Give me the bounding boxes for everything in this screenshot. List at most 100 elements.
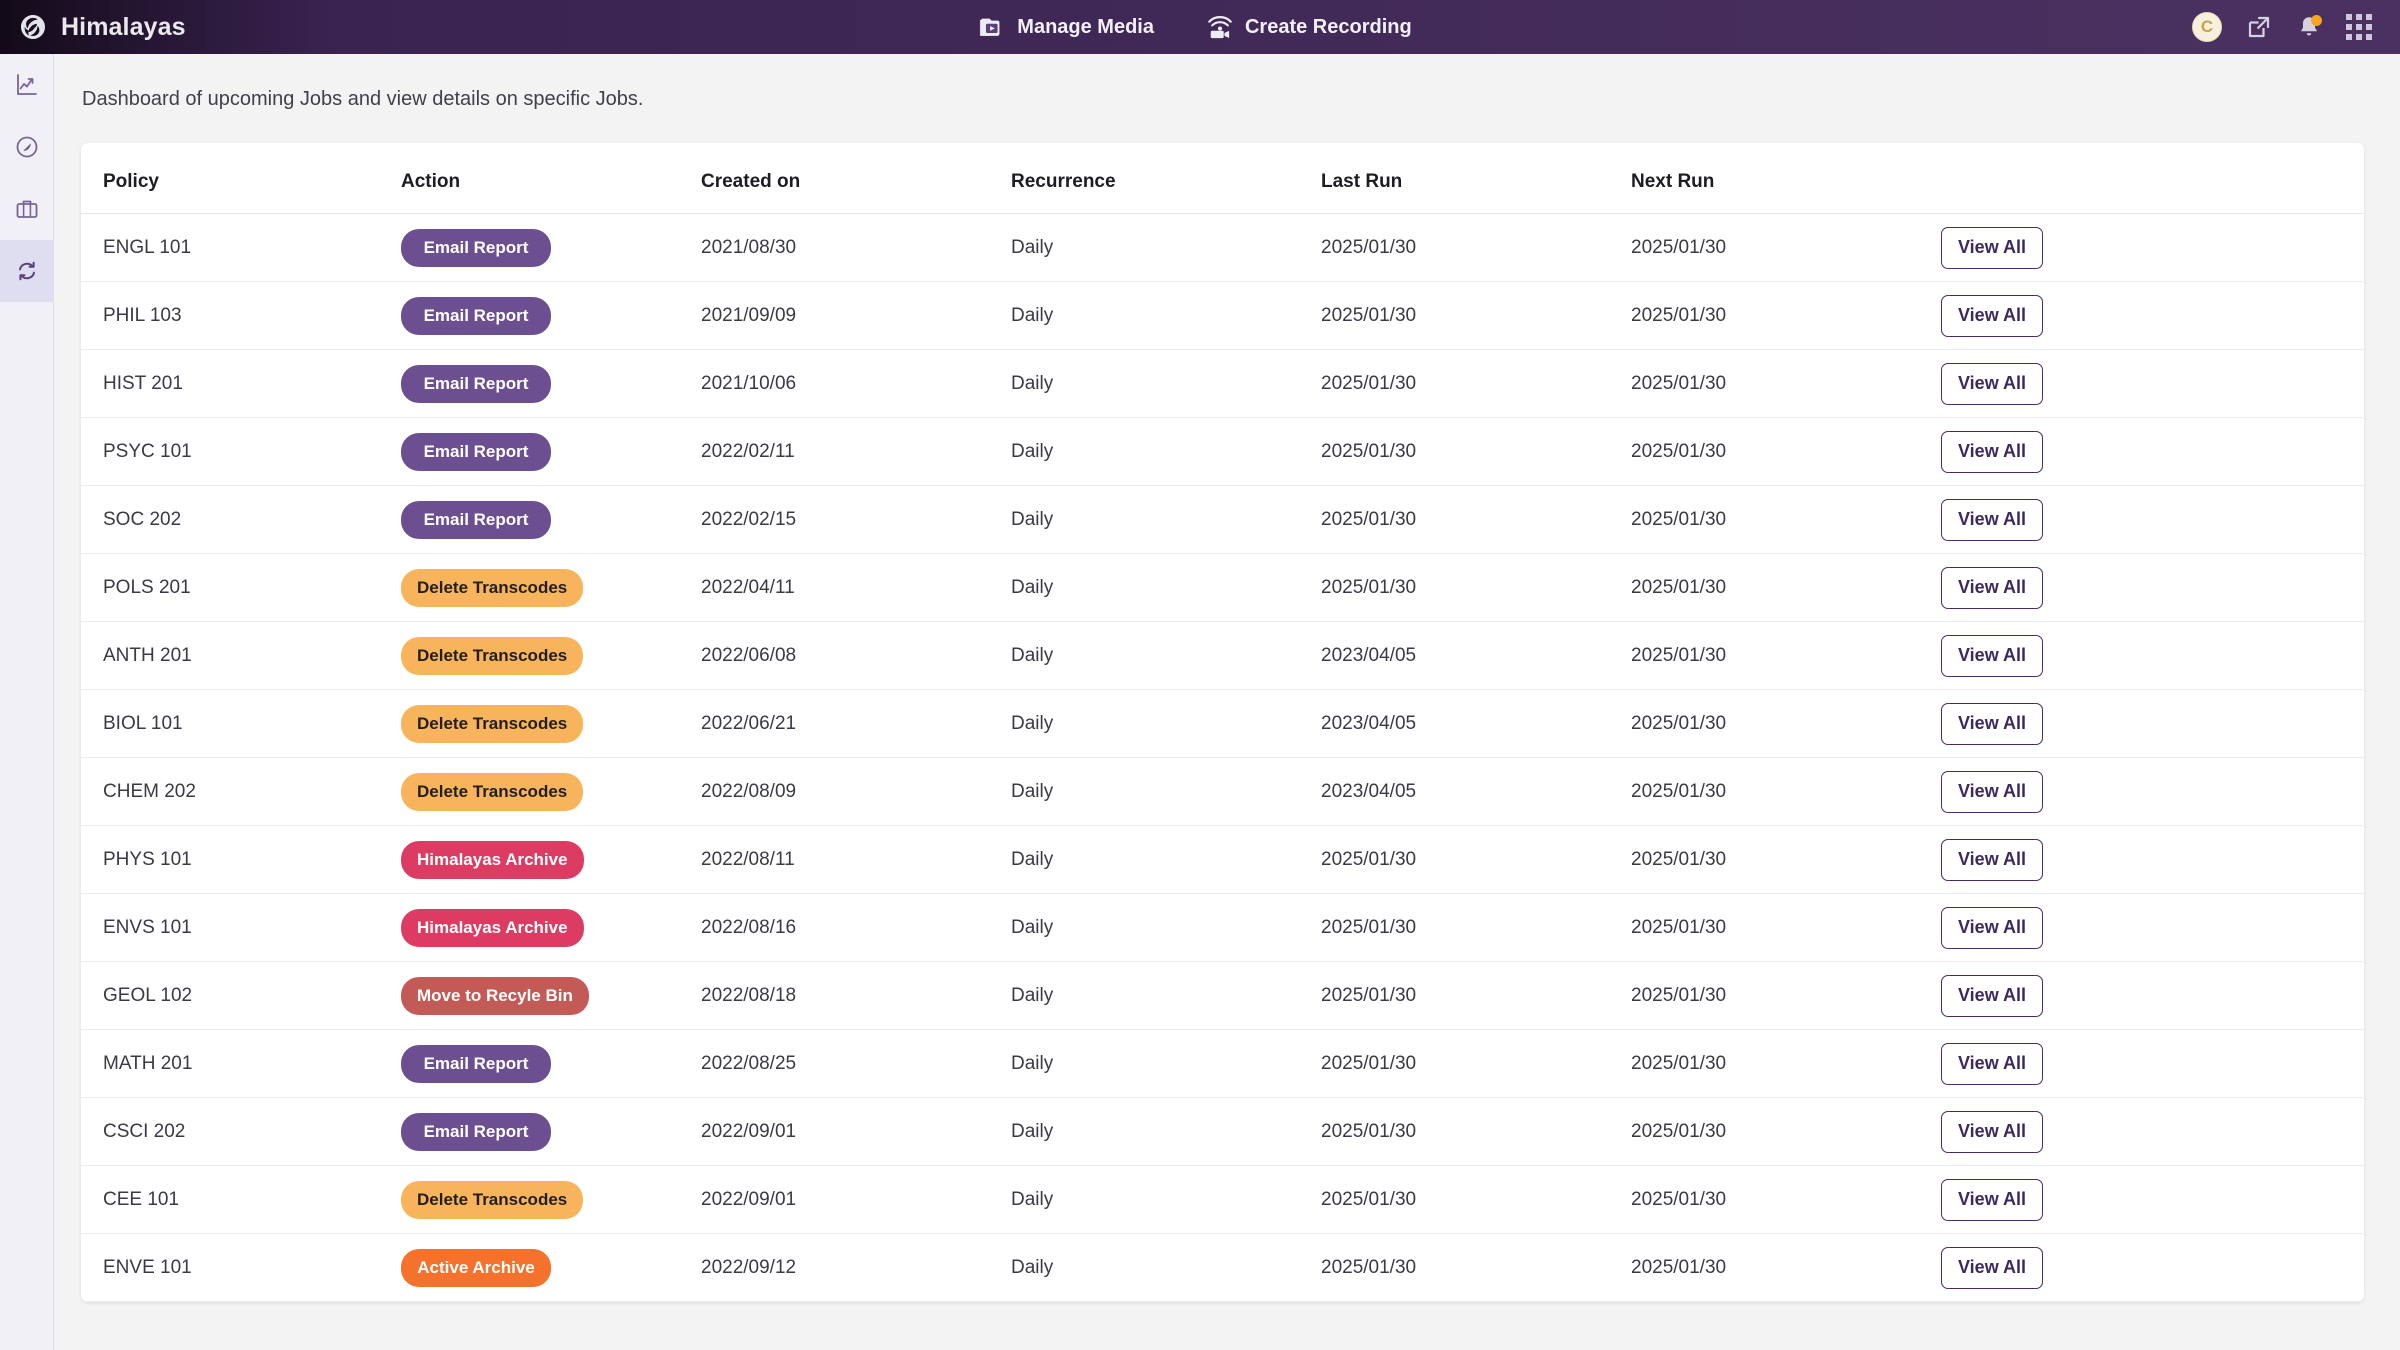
cell-recurrence: Daily xyxy=(1011,1233,1321,1302)
view-all-button[interactable]: View All xyxy=(1941,770,2044,813)
action-badge-delete-transcodes[interactable]: Delete Transcodes xyxy=(401,636,584,675)
cell-last-run: 2025/01/30 xyxy=(1321,349,1631,418)
view-all-button[interactable]: View All xyxy=(1941,702,2044,745)
cell-policy: ENVE 101 xyxy=(81,1233,401,1302)
grid-cell xyxy=(2346,14,2352,20)
page-description: Dashboard of upcoming Jobs and view deta… xyxy=(82,88,644,110)
cell-last-run: 2025/01/30 xyxy=(1321,417,1631,486)
view-all-button[interactable]: View All xyxy=(1941,906,2044,949)
cell-recurrence: Daily xyxy=(1011,417,1321,486)
action-badge-email-report[interactable]: Email Report xyxy=(401,1112,551,1151)
cell-next-run: 2025/01/30 xyxy=(1631,825,1941,894)
action-badge-email-report[interactable]: Email Report xyxy=(401,1044,551,1083)
cell-last-run: 2025/01/30 xyxy=(1321,213,1631,282)
table-row: POLS 201 Delete Transcodes 2022/04/11 Daily… xyxy=(81,553,2364,622)
cell-last-run: 2025/01/30 xyxy=(1321,485,1631,554)
cell-action: Email Report xyxy=(401,485,701,554)
cell-action: Email Report xyxy=(401,417,701,486)
jobs-table-card: Policy Action Created on Recurrence Last… xyxy=(81,143,2364,1302)
action-badge-email-report[interactable]: Email Report xyxy=(401,364,551,403)
action-badge-delete-transcodes[interactable]: Delete Transcodes xyxy=(401,704,584,743)
sidebar-item-explore[interactable] xyxy=(0,116,54,178)
cell-recurrence: Daily xyxy=(1011,621,1321,690)
table-row: BIOL 101 Delete Transcodes 2022/06/21 Daily… xyxy=(81,689,2364,758)
cell-view-all: View All xyxy=(1941,417,2364,486)
cell-next-run: 2025/01/30 xyxy=(1631,281,1941,350)
nav-create-recording[interactable]: Create Recording xyxy=(1206,14,1412,40)
cell-recurrence: Daily xyxy=(1011,349,1321,418)
action-badge-active-archive[interactable]: Active Archive xyxy=(401,1248,551,1287)
action-badge-email-report[interactable]: Email Report xyxy=(401,228,551,267)
column-header-created-on: Created on xyxy=(701,143,1011,214)
cell-policy: CSCI 202 xyxy=(81,1097,401,1166)
view-all-button[interactable]: View All xyxy=(1941,634,2044,677)
action-badge-himalayas-archive[interactable]: Himalayas Archive xyxy=(401,840,584,879)
avatar[interactable]: C xyxy=(2192,12,2222,42)
sync-refresh-jobs-icon xyxy=(14,258,40,284)
cell-last-run: 2025/01/30 xyxy=(1321,553,1631,622)
action-badge-move-to-recyle-bin[interactable]: Move to Recyle Bin xyxy=(401,976,589,1015)
column-header-actions xyxy=(1941,143,2364,214)
apps-grid-icon[interactable] xyxy=(2346,14,2372,40)
table-header-row: Policy Action Created on Recurrence Last… xyxy=(81,143,2364,214)
cell-next-run: 2025/01/30 xyxy=(1631,485,1941,554)
cell-recurrence: Daily xyxy=(1011,213,1321,282)
action-badge-delete-transcodes[interactable]: Delete Transcodes xyxy=(401,568,584,607)
cell-policy: BIOL 101 xyxy=(81,689,401,758)
cell-next-run: 2025/01/30 xyxy=(1631,893,1941,962)
view-all-button[interactable]: View All xyxy=(1941,974,2044,1017)
view-all-button[interactable]: View All xyxy=(1941,838,2044,881)
view-all-button[interactable]: View All xyxy=(1941,1246,2044,1289)
cell-created-on: 2022/08/25 xyxy=(701,1029,1011,1098)
action-badge-email-report[interactable]: Email Report xyxy=(401,432,551,471)
action-badge-delete-transcodes[interactable]: Delete Transcodes xyxy=(401,1180,584,1219)
cell-created-on: 2022/08/16 xyxy=(701,893,1011,962)
external-link-icon[interactable] xyxy=(2246,14,2272,40)
cell-view-all: View All xyxy=(1941,621,2364,690)
action-badge-himalayas-archive[interactable]: Himalayas Archive xyxy=(401,908,584,947)
brand[interactable]: Himalayas xyxy=(18,12,348,42)
cell-next-run: 2025/01/30 xyxy=(1631,417,1941,486)
briefcase-icon xyxy=(14,196,40,222)
view-all-button[interactable]: View All xyxy=(1941,566,2044,609)
cell-last-run: 2025/01/30 xyxy=(1321,1029,1631,1098)
cell-last-run: 2025/01/30 xyxy=(1321,961,1631,1030)
cell-last-run: 2025/01/30 xyxy=(1321,1233,1631,1302)
view-all-button[interactable]: View All xyxy=(1941,1178,2044,1221)
cell-created-on: 2022/02/11 xyxy=(701,417,1011,486)
sidebar-item-briefcase[interactable] xyxy=(0,178,54,240)
notification-bell-icon[interactable] xyxy=(2296,14,2322,40)
cell-policy: ENGL 101 xyxy=(81,213,401,282)
cell-action: Delete Transcodes xyxy=(401,689,701,758)
view-all-button[interactable]: View All xyxy=(1941,430,2044,473)
action-badge-email-report[interactable]: Email Report xyxy=(401,296,551,335)
cell-next-run: 2025/01/30 xyxy=(1631,1097,1941,1166)
view-all-button[interactable]: View All xyxy=(1941,498,2044,541)
view-all-button[interactable]: View All xyxy=(1941,362,2044,405)
view-all-button[interactable]: View All xyxy=(1941,226,2044,269)
sidebar-item-jobs[interactable] xyxy=(0,240,54,302)
cell-created-on: 2022/04/11 xyxy=(701,553,1011,622)
table-row: CSCI 202 Email Report 2022/09/01 Daily 2025/… xyxy=(81,1097,2364,1166)
top-navigation: Manage Media Create Recording xyxy=(348,14,2042,40)
action-badge-email-report[interactable]: Email Report xyxy=(401,500,551,539)
cell-recurrence: Daily xyxy=(1011,757,1321,826)
table-row: PSYC 101 Email Report 2022/02/11 Daily 2025/… xyxy=(81,417,2364,486)
cell-view-all: View All xyxy=(1941,349,2364,418)
view-all-button[interactable]: View All xyxy=(1941,1110,2044,1153)
table-row: HIST 201 Email Report 2021/10/06 Daily 2025/… xyxy=(81,349,2364,418)
cell-created-on: 2022/09/12 xyxy=(701,1233,1011,1302)
grid-cell xyxy=(2356,24,2362,30)
nav-manage-media[interactable]: Manage Media xyxy=(978,14,1154,40)
view-all-button[interactable]: View All xyxy=(1941,1042,2044,1085)
sidebar-item-analytics[interactable] xyxy=(0,54,54,116)
himalayas-swirl-logo-icon xyxy=(18,12,48,42)
cell-created-on: 2022/09/01 xyxy=(701,1097,1011,1166)
cell-created-on: 2022/08/18 xyxy=(701,961,1011,1030)
cell-view-all: View All xyxy=(1941,1165,2364,1234)
cell-policy: ENVS 101 xyxy=(81,893,401,962)
action-badge-delete-transcodes[interactable]: Delete Transcodes xyxy=(401,772,584,811)
grid-cell xyxy=(2366,34,2372,40)
cell-view-all: View All xyxy=(1941,757,2364,826)
view-all-button[interactable]: View All xyxy=(1941,294,2044,337)
